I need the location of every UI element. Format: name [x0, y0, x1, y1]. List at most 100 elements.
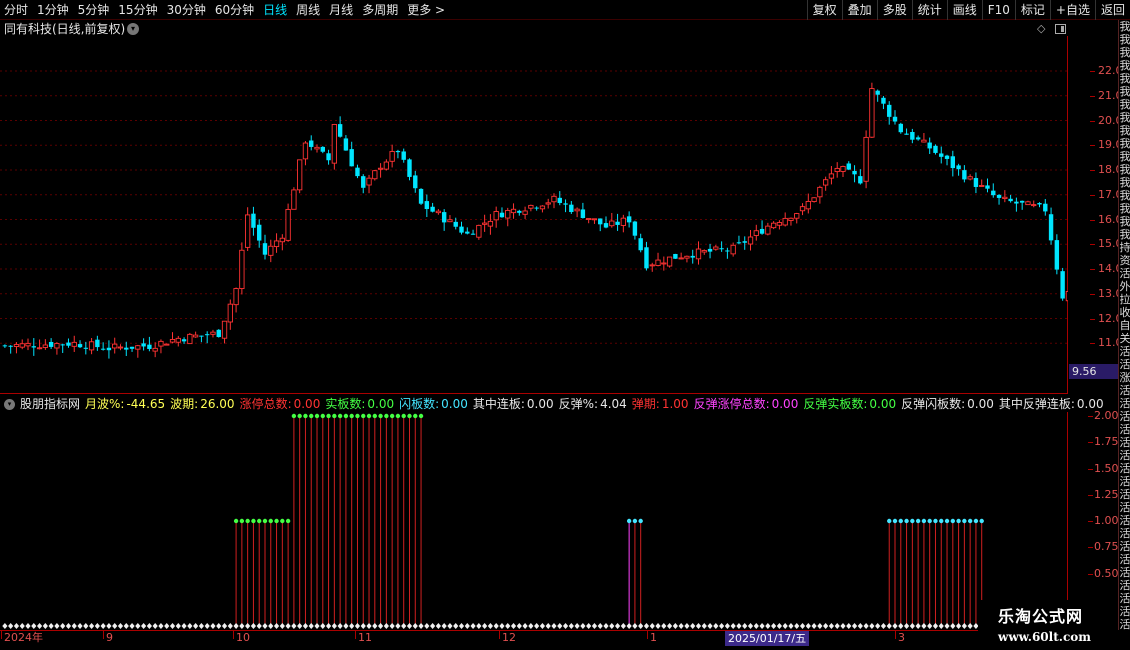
tool-button[interactable]: +自选: [1049, 0, 1095, 20]
price-tick: [1090, 95, 1095, 97]
baseline-marker: [695, 623, 702, 629]
candle-body: [915, 137, 921, 140]
indicator-dot: [979, 518, 984, 524]
indicator-field-value: -44.65: [126, 397, 166, 411]
candle-body: [956, 165, 961, 170]
baseline-marker: [776, 623, 783, 629]
indicator-dot: [418, 413, 424, 419]
chevron-down-icon[interactable]: ▾: [4, 398, 15, 410]
baseline-marker: [927, 623, 933, 629]
indicator-dot: [638, 518, 643, 524]
candle-body: [927, 142, 932, 149]
candle: [522, 206, 528, 219]
baseline-marker: [568, 623, 574, 629]
watermark-url: www.60lt.com: [998, 630, 1091, 644]
period-tab[interactable]: 月线: [329, 0, 353, 20]
indicator-dot: [257, 518, 262, 524]
candle: [586, 218, 592, 224]
candle: [545, 198, 551, 209]
period-tab[interactable]: 60分钟: [215, 0, 254, 20]
side-strip-char: 活: [1119, 358, 1130, 371]
baseline-marker: [239, 623, 245, 629]
period-tab[interactable]: 15分钟: [118, 0, 157, 20]
baseline-marker: [811, 623, 817, 629]
candle: [598, 218, 603, 232]
indicator-header: ▾ 股朋指标网 月波%: -44.65 波期: 26.00 涨停总数: 0.00 实板数: 0…: [0, 396, 1118, 412]
period-tab[interactable]: 1分钟: [37, 0, 69, 20]
price-axis: 22.00 21.00 20.00 19.00 18.00 17.00 16.00 15.00…: [1068, 36, 1130, 394]
candle-body: [655, 259, 661, 266]
side-strip-char: 活: [1119, 579, 1130, 592]
period-tab[interactable]: 日线: [263, 0, 287, 20]
candle-body: [904, 133, 909, 135]
period-tab[interactable]: 30分钟: [167, 0, 206, 20]
candle: [343, 135, 349, 151]
candle: [649, 262, 655, 272]
candle: [320, 146, 325, 154]
candle: [262, 234, 268, 260]
candle-body: [991, 190, 996, 196]
side-strip-char: 我: [1119, 137, 1130, 150]
baseline-marker: [875, 623, 881, 629]
baseline-marker: [88, 623, 95, 629]
candle: [227, 299, 233, 330]
baseline-marker: [967, 623, 973, 629]
indicator-dot: [933, 518, 938, 524]
candle: [910, 128, 915, 144]
tool-button[interactable]: 复权: [806, 0, 842, 20]
baseline-marker: [499, 623, 505, 629]
candle: [71, 335, 77, 352]
indicator-chart[interactable]: [0, 412, 1068, 630]
side-info-strip[interactable]: 我我我我我我我我我我我我我我我我我持资活外拉收自关活活涨活活活活活活活活活活活活…: [1118, 20, 1130, 630]
period-tab[interactable]: 5分钟: [78, 0, 110, 20]
candle: [187, 332, 193, 345]
price-tick: [1090, 343, 1095, 345]
baseline-marker: [77, 623, 83, 629]
side-strip-char: 涨: [1119, 371, 1130, 384]
baseline-marker: [279, 623, 285, 629]
period-tab[interactable]: 更多 >: [407, 0, 445, 20]
tool-button[interactable]: 统计: [911, 0, 947, 20]
panel-layout-icon[interactable]: [1055, 24, 1066, 34]
candle: [991, 183, 996, 198]
period-tab[interactable]: 周线: [296, 0, 320, 20]
candle: [291, 187, 297, 210]
period-tab[interactable]: 分时: [4, 0, 28, 20]
candle-body: [817, 186, 823, 198]
candle-body: [1031, 204, 1037, 207]
candle-body: [765, 225, 771, 235]
candle: [811, 197, 817, 203]
indicator-dot: [297, 413, 302, 419]
candle-body: [216, 329, 221, 338]
candle: [719, 241, 724, 252]
baseline-marker: [886, 623, 892, 629]
baseline-marker: [169, 623, 176, 629]
indicator-name[interactable]: 股朋指标网: [20, 396, 80, 412]
baseline-marker: [302, 623, 309, 629]
tool-button[interactable]: F10: [981, 0, 1015, 20]
baseline-marker: [713, 623, 719, 629]
candle-body: [534, 207, 539, 209]
candle-body: [337, 124, 343, 137]
indicator-tick: [1088, 547, 1093, 549]
side-strip-char: 活: [1119, 566, 1130, 579]
tool-button[interactable]: 画线: [946, 0, 982, 20]
tool-button[interactable]: 叠加: [841, 0, 877, 20]
chevron-down-icon[interactable]: ▾: [127, 23, 139, 35]
candle-body: [510, 208, 517, 214]
period-tab[interactable]: 多周期: [362, 0, 398, 20]
candle-body: [725, 250, 730, 252]
indicator-tick: [1088, 573, 1093, 575]
candlestick-chart[interactable]: [0, 36, 1068, 394]
watermark-title: 乐淘公式网: [998, 607, 1084, 626]
candle-body: [979, 185, 985, 187]
candle: [840, 165, 846, 177]
tool-button[interactable]: 返回: [1094, 0, 1130, 20]
tool-button[interactable]: 多股: [876, 0, 912, 20]
indicator-field-label: 反弹实板数:: [803, 397, 868, 411]
candle: [580, 202, 586, 219]
indicator-dot: [626, 518, 632, 524]
diamond-icon[interactable]: ◇: [1037, 23, 1045, 35]
tool-button[interactable]: 标记: [1014, 0, 1050, 20]
side-strip-char: 活: [1119, 514, 1130, 527]
